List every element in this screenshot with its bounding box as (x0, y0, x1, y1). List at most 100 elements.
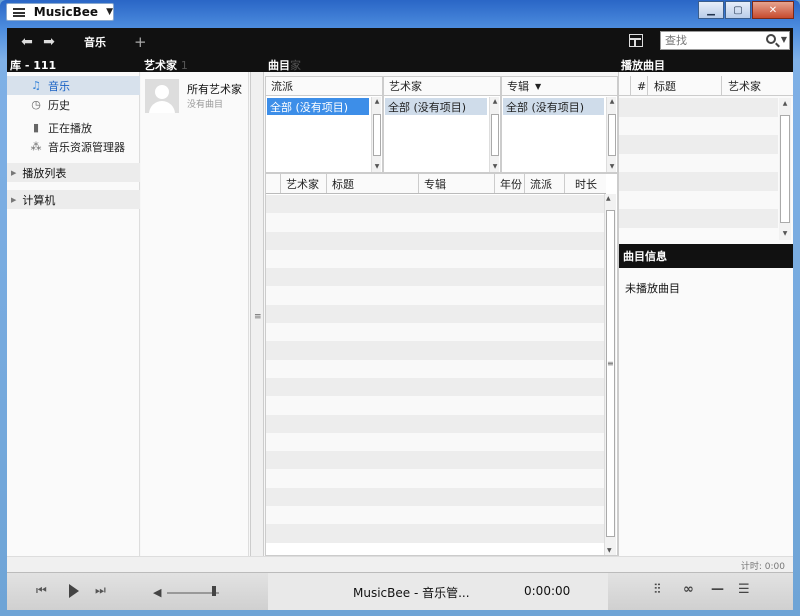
search-icon[interactable] (766, 34, 776, 44)
track-list-scrollbar[interactable]: ▲ ≡ ▼ (604, 194, 616, 555)
scroll-grip-icon[interactable]: ≡ (607, 359, 614, 368)
tab-music[interactable]: 音乐 (84, 34, 106, 50)
search-dropdown-icon[interactable]: ▼ (781, 35, 787, 44)
sort-dropdown-icon[interactable]: ▼ (535, 82, 541, 91)
list-item[interactable] (619, 172, 778, 191)
scroll-down-icon[interactable]: ▼ (779, 230, 791, 240)
table-row[interactable] (266, 451, 604, 470)
layout-icon[interactable] (629, 34, 643, 47)
maximize-button[interactable]: ▢ (725, 1, 751, 19)
scroll-thumb[interactable] (608, 114, 616, 156)
play-icon[interactable] (69, 584, 79, 598)
splitter-grip-icon[interactable]: ≡ (254, 312, 262, 322)
table-row[interactable] (266, 506, 604, 525)
scroll-thumb[interactable] (606, 210, 615, 537)
scroll-down-icon[interactable]: ▼ (490, 162, 500, 172)
table-row[interactable] (266, 377, 604, 397)
table-row[interactable] (266, 524, 604, 543)
column-title[interactable]: 标题 (326, 174, 418, 193)
table-row[interactable] (266, 396, 604, 415)
now-playing-time: 0:00:00 (524, 584, 571, 598)
now-playing-scrollbar[interactable]: ▲ ▼ (779, 98, 791, 240)
table-row[interactable] (266, 213, 604, 232)
sidebar-item-now-playing[interactable]: ▮ 正在播放 (7, 118, 140, 137)
table-row[interactable] (266, 341, 604, 360)
column-np-artist[interactable]: 艺术家 (721, 76, 793, 96)
genre-scrollbar[interactable]: ▲ ▼ (371, 97, 381, 172)
scroll-up-icon[interactable]: ▲ (606, 195, 611, 202)
search-input[interactable] (661, 32, 761, 49)
table-row[interactable] (266, 286, 604, 305)
all-artists-label[interactable]: 所有艺术家 (187, 81, 242, 97)
list-item[interactable] (619, 135, 778, 154)
table-row[interactable] (266, 414, 604, 433)
table-row[interactable] (266, 469, 604, 488)
column-genre[interactable]: 流派 (524, 174, 564, 193)
scroll-up-icon[interactable]: ▲ (490, 97, 500, 107)
main-client-area: ⬅ ➡ 音乐 + ▼ 库 - 111 艺术家 1 曲目家 播放曲目 ♫ 音乐 (7, 28, 793, 610)
minimize-button[interactable]: ▁ (698, 1, 724, 19)
column-np-title[interactable]: 标题 (647, 76, 721, 96)
column-duration[interactable]: 时长 (564, 174, 606, 193)
album-filter-header[interactable]: 专辑 ▼ (502, 77, 617, 96)
genre-filter-header[interactable]: 流派 (266, 77, 382, 96)
back-arrow-icon[interactable]: ⬅ (16, 34, 38, 50)
avatar-body (149, 101, 175, 113)
scroll-down-icon[interactable]: ▼ (372, 162, 382, 172)
lastfm-icon[interactable]: ∞ (683, 582, 694, 597)
table-row[interactable] (266, 487, 604, 507)
app-menu-button[interactable]: MusicBee ▼ (6, 3, 114, 21)
column-year[interactable]: 年份 (494, 174, 524, 193)
album-scrollbar[interactable]: ▲ ▼ (606, 97, 616, 172)
table-row[interactable] (266, 268, 604, 287)
scroll-up-icon[interactable]: ▲ (372, 97, 382, 107)
scroll-thumb[interactable] (491, 114, 499, 156)
forward-arrow-icon[interactable]: ➡ (38, 34, 60, 50)
list-item[interactable] (619, 153, 778, 172)
album-filter-selected[interactable]: 全部 (没有项目) (503, 98, 604, 115)
sidebar-group-playlists[interactable]: ▶ 播放列表 (7, 163, 140, 182)
artist-filter-header[interactable]: 艺术家 (384, 77, 500, 96)
column-album[interactable]: 专辑 (418, 174, 494, 193)
sidebar-group-computer[interactable]: ▶ 计算机 (7, 190, 140, 209)
list-item[interactable] (619, 209, 778, 228)
list-item[interactable] (619, 98, 778, 117)
sidebar-item-music[interactable]: ♫ 音乐 (7, 76, 140, 95)
scroll-down-icon[interactable]: ▼ (607, 162, 617, 172)
column-artist[interactable]: 艺术家 (280, 174, 326, 193)
previous-track-icon[interactable]: ⏮ (36, 583, 47, 598)
expand-triangle-icon[interactable]: ▶ (11, 196, 16, 204)
scroll-down-icon[interactable]: ▼ (607, 547, 612, 554)
next-track-icon[interactable]: ⏭ (95, 583, 106, 598)
scroll-thumb[interactable] (780, 115, 790, 223)
table-row[interactable] (266, 304, 604, 324)
pane-splitter[interactable]: ≡ (250, 72, 264, 556)
close-button[interactable]: ✕ (752, 1, 794, 19)
table-row[interactable] (266, 249, 604, 269)
artist-avatar[interactable] (145, 79, 179, 113)
table-row[interactable] (266, 323, 604, 342)
search-box[interactable]: ▼ (660, 31, 790, 50)
sidebar-item-history[interactable]: ◷ 历史 (7, 95, 140, 114)
add-tab-button[interactable]: + (134, 33, 147, 51)
artist-filter-selected[interactable]: 全部 (没有项目) (385, 98, 487, 115)
expand-triangle-icon[interactable]: ▶ (11, 169, 16, 177)
artist-scrollbar[interactable]: ▲ ▼ (489, 97, 499, 172)
list-item[interactable] (619, 190, 778, 209)
equalizer-icon[interactable]: ⫶⫶ (654, 582, 661, 597)
table-row[interactable] (266, 432, 604, 452)
table-row[interactable] (266, 359, 604, 378)
minus-icon[interactable]: — (711, 582, 724, 597)
volume-icon[interactable]: ◀ (153, 586, 161, 599)
scroll-up-icon[interactable]: ▲ (607, 97, 617, 107)
genre-filter-selected[interactable]: 全部 (没有项目) (267, 98, 369, 115)
table-row[interactable] (266, 231, 604, 250)
menu-lines-icon[interactable]: ☰ (738, 582, 750, 597)
sidebar-item-music-explorer[interactable]: ⁂ 音乐资源管理器 (7, 137, 140, 156)
scroll-thumb[interactable] (373, 114, 381, 156)
table-row[interactable] (266, 195, 604, 214)
scroll-up-icon[interactable]: ▲ (779, 100, 791, 110)
list-item[interactable] (619, 116, 778, 135)
column-number[interactable]: # (630, 76, 647, 96)
volume-knob[interactable] (212, 586, 216, 596)
